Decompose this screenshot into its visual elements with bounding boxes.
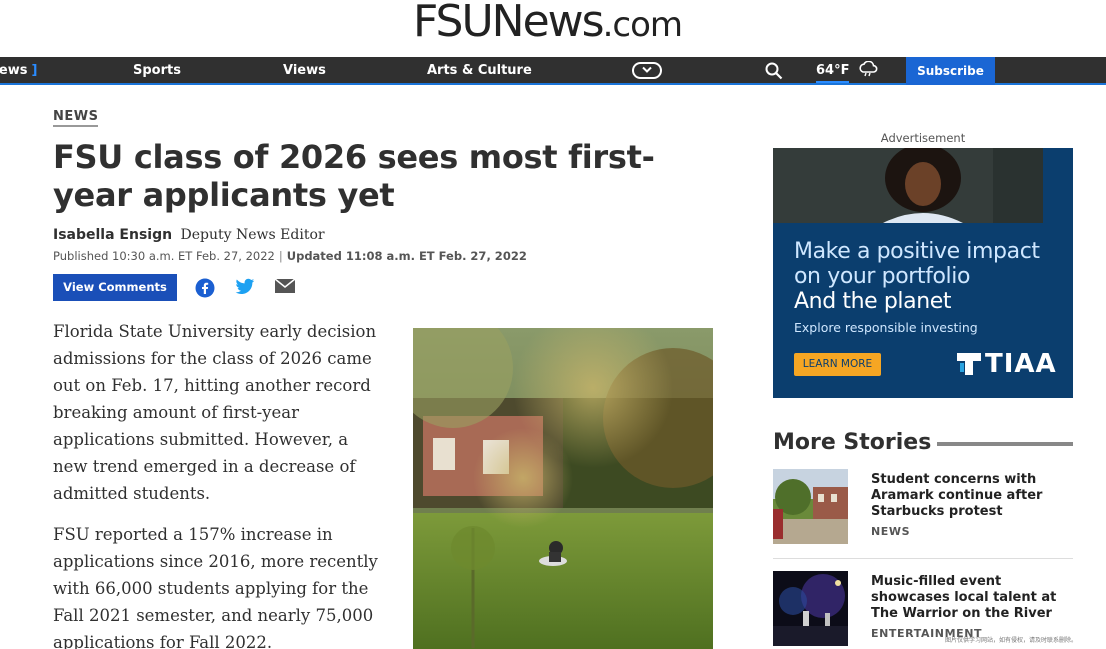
tiaa-logo: TIAA bbox=[957, 349, 1057, 379]
ad-line-3: And the planet bbox=[794, 289, 952, 314]
search-icon[interactable] bbox=[765, 62, 783, 80]
story-item[interactable]: Student concerns with Aramark continue a… bbox=[773, 469, 1073, 559]
article-section-tag[interactable]: NEWS bbox=[53, 109, 99, 127]
article-paragraph: Florida State University early decision … bbox=[53, 322, 377, 503]
story-headline[interactable]: Music-filled event showcases local talen… bbox=[871, 574, 1076, 622]
article-dates: Published 10:30 a.m. ET Feb. 27, 2022 | Up… bbox=[53, 248, 527, 264]
subscribe-button[interactable]: Subscribe bbox=[906, 57, 995, 85]
more-stories-title: More Stories bbox=[773, 430, 938, 455]
author-role: Deputy News Editor bbox=[180, 227, 325, 243]
tiaa-advertisement[interactable]: Make a positive impact on your portfolio… bbox=[773, 148, 1073, 398]
byline: Isabella Ensign Deputy News Editor bbox=[53, 226, 325, 244]
weather-temp: 64°F bbox=[816, 61, 850, 83]
article-paragraph: FSU reported a 157% increase in applicat… bbox=[53, 525, 378, 649]
story-thumbnail[interactable] bbox=[773, 469, 848, 544]
story-thumbnail[interactable] bbox=[773, 571, 848, 646]
ad-subtext: Explore responsible investing bbox=[794, 320, 978, 335]
nav-news-label: News bbox=[0, 63, 28, 78]
facebook-icon[interactable] bbox=[195, 278, 215, 298]
story-section[interactable]: NEWS bbox=[871, 525, 910, 538]
ad-line-1: Make a positive impact bbox=[794, 239, 1040, 264]
watermark: 图片仅供学习网站，如有侵权，请及时联系删除。 bbox=[945, 637, 1078, 644]
email-icon[interactable] bbox=[274, 278, 296, 298]
active-indicator-icon: ] bbox=[31, 63, 38, 78]
more-stories-header: More Stories bbox=[773, 430, 1073, 458]
nav-item-views[interactable]: Views bbox=[283, 57, 326, 85]
advertisement-label: Advertisement bbox=[880, 131, 966, 145]
view-comments-button[interactable]: View Comments bbox=[53, 274, 177, 301]
tiaa-brand: TIAA bbox=[985, 349, 1057, 379]
nav-item-news[interactable]: News] bbox=[0, 57, 37, 85]
nav-more-button[interactable] bbox=[632, 62, 662, 79]
published-date: Published 10:30 a.m. ET Feb. 27, 2022 bbox=[53, 249, 275, 263]
site-logo[interactable]: FSUNews.com bbox=[413, 0, 683, 47]
cloud-rain-icon bbox=[859, 60, 878, 77]
tiaa-mark-icon bbox=[957, 353, 981, 375]
logo-suffix: .com bbox=[602, 5, 683, 45]
weather-widget[interactable]: 64°F bbox=[816, 57, 878, 85]
article-headline: FSU class of 2026 sees most first-year a… bbox=[53, 138, 655, 214]
article-photo[interactable] bbox=[413, 328, 713, 649]
ad-learn-more-button[interactable]: LEARN MORE bbox=[794, 353, 881, 376]
logo-brand: FSUNews bbox=[413, 0, 605, 47]
story-headline[interactable]: Student concerns with Aramark continue a… bbox=[871, 472, 1076, 520]
site-header: FSUNews.com bbox=[0, 0, 1106, 56]
updated-date: Updated 11:08 a.m. ET Feb. 27, 2022 bbox=[286, 249, 527, 263]
author-name[interactable]: Isabella Ensign bbox=[53, 227, 172, 243]
ad-photo bbox=[773, 148, 1073, 223]
date-separator: | bbox=[278, 249, 283, 263]
chevron-down-icon bbox=[642, 66, 652, 73]
nav-item-sports[interactable]: Sports bbox=[133, 57, 181, 85]
ad-line-2: on your portfolio bbox=[794, 264, 971, 289]
ad-headline: Make a positive impact on your portfolio… bbox=[794, 239, 1040, 314]
twitter-icon[interactable] bbox=[235, 278, 255, 298]
nav-item-arts-culture[interactable]: Arts & Culture bbox=[427, 57, 532, 85]
